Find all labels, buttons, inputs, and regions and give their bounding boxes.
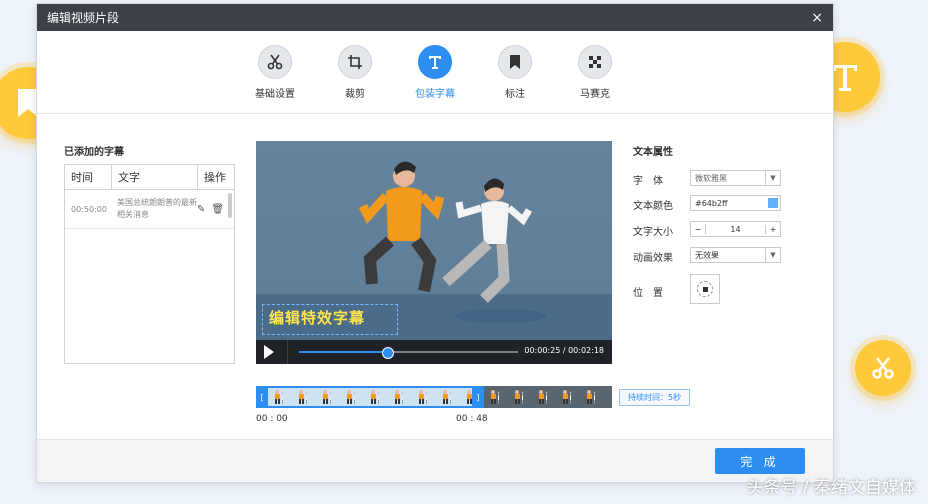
tab-basic-settings[interactable]: 基础设置 <box>245 45 305 100</box>
tab-mosaic[interactable]: 马赛克 <box>565 45 625 100</box>
tab-annotation[interactable]: 标注 <box>485 45 545 100</box>
player-controls: 00:00:25 / 00:02:18 <box>256 340 612 364</box>
scrollbar[interactable] <box>228 193 232 218</box>
caption-text[interactable]: 编辑特效字幕 <box>269 307 365 328</box>
timeline-end-time: 00 : 48 <box>456 414 488 424</box>
frame-thumbnail <box>347 390 355 404</box>
size-stepper[interactable]: − 14 + <box>690 221 781 237</box>
frame-thumbnail <box>515 390 523 404</box>
play-icon[interactable] <box>264 345 274 359</box>
frame-thumbnail <box>419 390 427 404</box>
watermark: 头条号 / 秦绪文自媒体 <box>746 478 916 498</box>
column-text: 文字 <box>112 165 198 189</box>
trim-start-handle[interactable]: [ <box>256 386 268 408</box>
tab-label: 基础设置 <box>255 89 295 100</box>
size-label: 文字大小 <box>633 227 673 238</box>
scissors-deco-icon <box>855 340 911 396</box>
frame-thumbnail <box>443 390 451 404</box>
footer: 完 成 <box>37 439 833 482</box>
frame-thumbnail <box>275 390 283 404</box>
frame-thumbnail <box>587 390 595 404</box>
text-properties-heading: 文本属性 <box>633 147 673 158</box>
table-row[interactable]: 00:50:00 美国总统朗朗普的最新相关消息 ✎ 🗑 <box>65 190 234 229</box>
position-picker[interactable] <box>690 274 720 304</box>
color-swatch[interactable] <box>768 198 778 208</box>
color-label: 文本颜色 <box>633 201 673 212</box>
subtitle-table: 时间 文字 操作 00:50:00 美国总统朗朗普的最新相关消息 ✎ 🗑 <box>64 164 235 364</box>
size-value: 14 <box>730 224 741 234</box>
progress-fill <box>299 351 387 353</box>
column-time: 时间 <box>65 165 112 189</box>
plus-icon[interactable]: + <box>765 224 780 234</box>
frame-thumbnail <box>395 390 403 404</box>
position-handle[interactable] <box>703 287 708 292</box>
divider <box>287 340 288 364</box>
tab-subtitles[interactable]: 包装字幕 <box>405 45 465 100</box>
frame-thumbnail <box>563 390 571 404</box>
tab-label: 马赛克 <box>580 89 610 100</box>
frame-thumbnail <box>491 390 499 404</box>
tab-label: 标注 <box>505 89 525 100</box>
animation-select[interactable]: 无效果 ▼ <box>690 247 781 263</box>
edit-video-dialog: 编辑视频片段 × 基础设置 裁剪 包装字幕 标注 马赛克 已添加的字幕 时间 文… <box>36 3 834 483</box>
font-label: 字 体 <box>633 176 663 187</box>
color-value: #64b2ff <box>695 198 728 208</box>
tab-label: 包装字幕 <box>415 89 455 100</box>
progress-bar[interactable] <box>299 347 518 359</box>
tab-crop[interactable]: 裁剪 <box>325 45 385 100</box>
chevron-down-icon: ▼ <box>765 248 780 262</box>
edit-icon[interactable]: ✎ <box>197 204 205 215</box>
color-field[interactable]: #64b2ff <box>690 195 781 211</box>
progress-knob[interactable] <box>381 347 394 359</box>
crop-icon <box>338 45 372 79</box>
time-readout: 00:00:25 / 00:02:18 <box>524 346 604 355</box>
done-button[interactable]: 完 成 <box>715 448 805 474</box>
row-text: 美国总统朗朗普的最新相关消息 <box>117 198 197 219</box>
timeline-strip[interactable]: [ ] <box>256 386 612 408</box>
tab-label: 裁剪 <box>345 89 365 100</box>
duration-tooltip: 持续时间：5秒 <box>619 389 691 406</box>
frame-thumbnail <box>323 390 331 404</box>
animation-label: 动画效果 <box>633 253 673 264</box>
scissors-icon <box>258 45 292 79</box>
font-value: 微软雅黑 <box>695 173 727 183</box>
video-preview[interactable]: 编辑特效字幕 00:00:25 / 00:02:18 <box>256 141 612 364</box>
delete-icon[interactable]: 🗑 <box>211 204 224 215</box>
frame-thumbnail <box>539 390 547 404</box>
animation-value: 无效果 <box>695 250 719 260</box>
frame-thumbnail <box>299 390 307 404</box>
position-label: 位 置 <box>633 288 663 299</box>
tool-tabs: 基础设置 裁剪 包装字幕 标注 马赛克 <box>37 31 833 114</box>
chevron-down-icon: ▼ <box>765 171 780 185</box>
frame-thumbnail <box>371 390 379 404</box>
text-icon <box>418 45 452 79</box>
close-icon[interactable]: × <box>811 10 823 26</box>
titlebar: 编辑视频片段 × <box>37 4 833 31</box>
font-select[interactable]: 微软雅黑 ▼ <box>690 170 781 186</box>
mosaic-icon <box>578 45 612 79</box>
timeline-start-time: 00 : 00 <box>256 414 288 424</box>
column-actions: 操作 <box>204 171 226 184</box>
trim-end-handle[interactable]: ] <box>472 386 484 408</box>
row-time: 00:50:00 <box>71 204 107 214</box>
dialog-title: 编辑视频片段 <box>47 11 120 25</box>
table-header: 时间 文字 操作 <box>65 165 234 190</box>
subtitle-list-heading: 已添加的字幕 <box>64 147 124 158</box>
bookmark-icon <box>498 45 532 79</box>
minus-icon[interactable]: − <box>691 224 706 234</box>
